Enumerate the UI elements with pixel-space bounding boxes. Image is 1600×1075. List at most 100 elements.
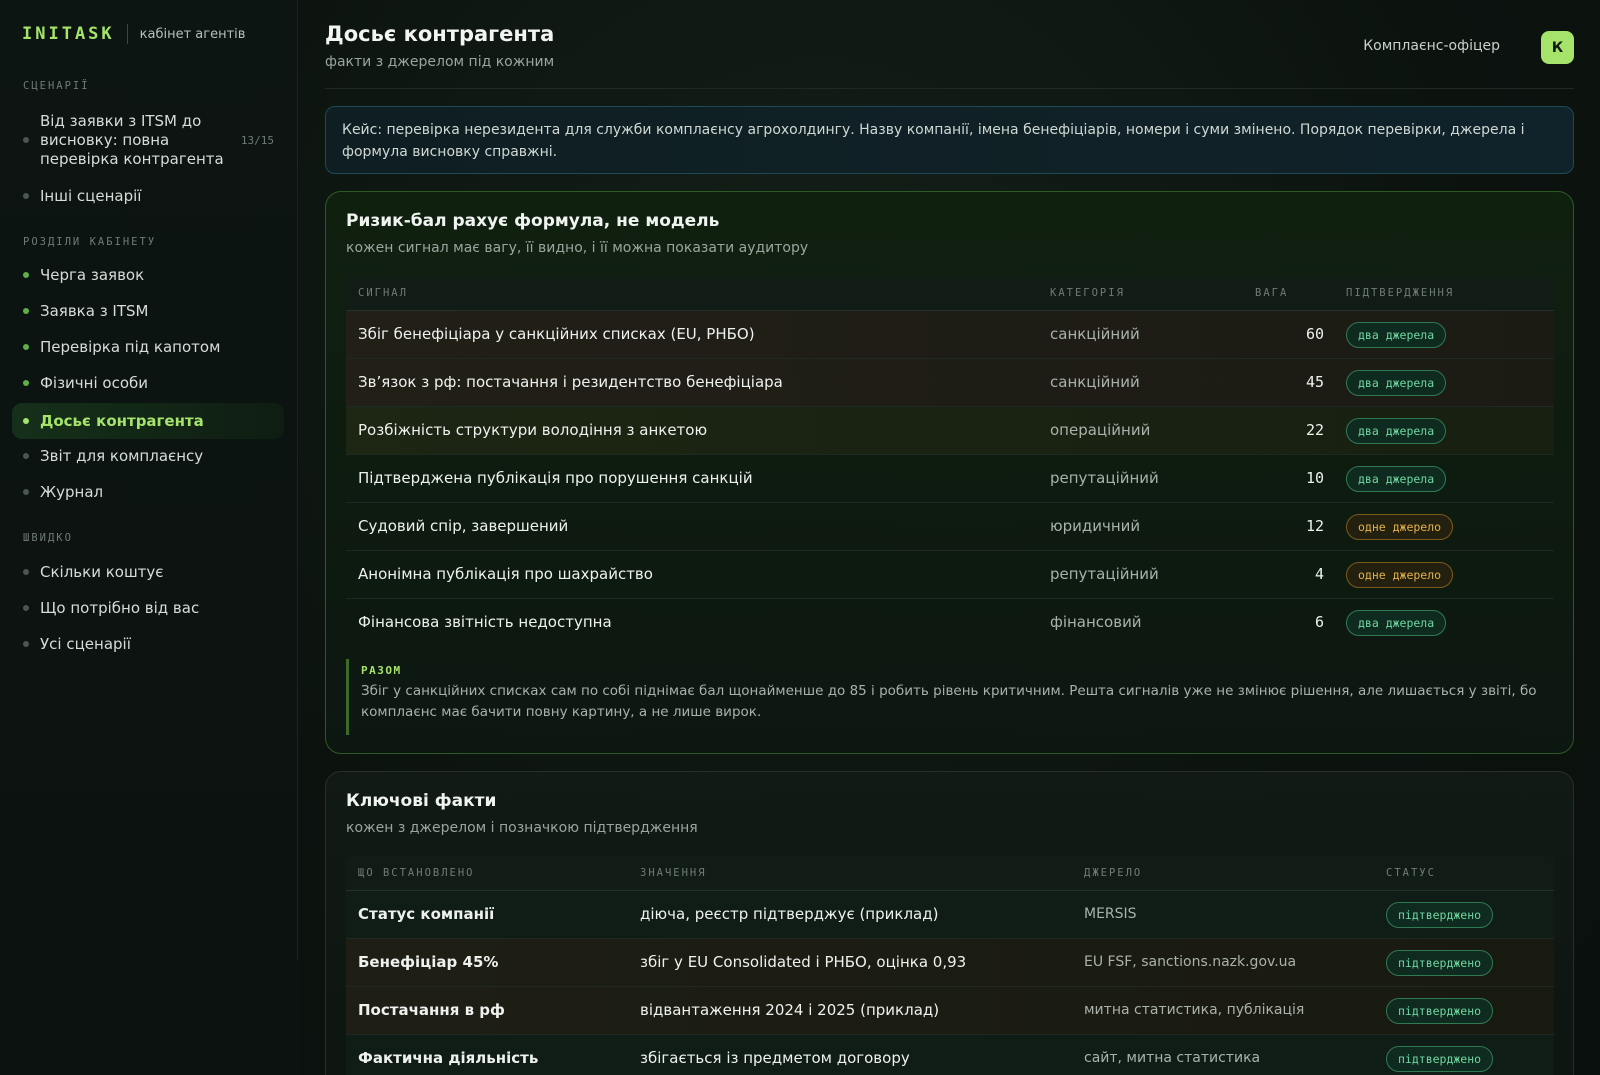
sidebar-item-label: Журнал [40,483,104,501]
brand[interactable]: INITASK кабінет агентів [22,24,245,44]
value-cell: відвантаження 2024 і 2025 (приклад) [640,1001,940,1019]
bullet-icon [23,272,29,278]
sidebar-item-label: Усі сценарії [40,635,131,653]
section-title-quick: ШВИДКО [23,532,73,544]
sidebar-item-itsm-request[interactable]: Заявка з ITSM [12,297,284,325]
sidebar-item-label: Заявка з ITSM [40,302,149,320]
weight-cell: 10 [1305,469,1324,487]
fact-cell: Бенефіціар 45% [358,953,499,971]
table-row[interactable]: Анонімна публікація про шахрайство репут… [346,551,1554,599]
section-title-cabinet: РОЗДІЛИ КАБІНЕТУ [23,236,157,248]
fact-cell: Постачання в рф [358,1001,505,1019]
confirmation-badge: два джерела [1346,466,1447,492]
sidebar-item-counterparty-dossier[interactable]: Досьє контрагента [12,403,284,439]
category-cell: санкційний [1050,325,1140,343]
brand-logo: INITASK [22,24,115,44]
weight-cell: 6 [1314,613,1324,631]
summary-text: Збіг у санкційних списках сам по собі пі… [361,683,1537,720]
signal-cell: Фінансова звітність недоступна [358,613,612,631]
bullet-icon [23,418,29,424]
sidebar-item-other-scenarios[interactable]: Інші сценарії [12,182,284,210]
sidebar-item-label: Скільки коштує [40,563,164,581]
table-row[interactable]: Статус компанії діюча, реєстр підтверджу… [346,891,1554,939]
scenario-progress-count: 13/15 [240,133,274,147]
column-header-status: СТАТУС [1386,867,1436,879]
table-header: ЩО ВСТАНОВЛЕНО ЗНАЧЕННЯ ДЖЕРЕЛО СТАТУС [346,856,1554,891]
column-header-fact: ЩО ВСТАНОВЛЕНО [358,867,475,879]
bullet-icon [23,308,29,314]
brand-divider [126,24,128,44]
sidebar-item-label: Звіт для комплаєнсу [40,447,204,465]
column-header-category: КАТЕГОРІЯ [1050,287,1125,299]
value-cell: збігається із предметом договору [640,1049,910,1067]
page-title: Досьє контрагента [325,22,555,46]
case-note: Кейс: перевірка нерезидента для служби к… [325,106,1574,174]
column-header-source: ДЖЕРЕЛО [1084,867,1143,879]
table-row[interactable]: Фактична діяльність збігається із предме… [346,1035,1554,1075]
bullet-icon [23,569,29,575]
weight-cell: 12 [1305,517,1324,535]
risk-score-card: Ризик-бал рахує формула, не модель кожен… [325,191,1574,754]
weight-cell: 45 [1305,373,1324,391]
sidebar-item-all-scenarios[interactable]: Усі сценарії [12,630,284,658]
sidebar-item-label: Досьє контрагента [40,412,204,430]
confirmation-badge: два джерела [1346,418,1447,444]
source-cell: MERSIS [1084,906,1137,922]
sidebar-item-journal[interactable]: Журнал [12,478,284,506]
signal-cell: Збіг бенефіціара у санкційних списках (E… [358,325,755,343]
column-header-weight: ВАГА [1255,287,1289,299]
confirmation-badge: два джерела [1346,322,1447,348]
section-title-scenarios: СЦЕНАРІЇ [23,80,90,92]
bullet-icon [23,453,29,459]
card-title: Ключові факти [346,791,497,811]
sidebar-item-label: Від заявки з ITSM до висновку: повна пер… [40,111,224,168]
brand-subtitle: кабінет агентів [139,26,246,42]
column-header-value: ЗНАЧЕННЯ [640,867,707,879]
signal-cell: Підтверджена публікація про порушення са… [358,469,753,487]
sidebar-item-label: Черга заявок [40,266,145,284]
category-cell: репутаційний [1050,469,1159,487]
confirmation-badge: одне джерело [1346,562,1454,588]
table-row[interactable]: Збіг бенефіціара у санкційних списках (E… [346,311,1554,359]
bullet-icon [23,489,29,495]
table-row[interactable]: Фінансова звітність недоступна фінансови… [346,599,1554,647]
signal-cell: Судовий спір, завершений [358,517,569,535]
status-badge: підтверджено [1386,998,1494,1024]
signal-cell: Анонімна публікація про шахрайство [358,565,653,583]
sidebar-item-compliance-report[interactable]: Звіт для комплаєнсу [12,442,284,470]
table-row[interactable]: Постачання в рф відвантаження 2024 і 202… [346,987,1554,1035]
sidebar: INITASK кабінет агентів СЦЕНАРІЇ Від зая… [0,0,298,960]
confirmation-badge: одне джерело [1346,514,1454,540]
sidebar-item-label: Інші сценарії [40,187,142,205]
column-header-signal: СИГНАЛ [358,287,408,299]
table-row[interactable]: Бенефіціар 45% збіг у EU Consolidated і … [346,939,1554,987]
table-row[interactable]: Зв’язок з рф: постачання і резидентство … [346,359,1554,407]
category-cell: операційний [1050,421,1151,439]
sidebar-item-under-hood[interactable]: Перевірка під капотом [12,333,284,361]
sidebar-item-requirements[interactable]: Що потрібно від вас [12,594,284,622]
fact-cell: Фактична діяльність [358,1049,539,1067]
risk-summary: РАЗОМ Збіг у санкційних списках сам по с… [346,659,1554,735]
table-row[interactable]: Судовий спір, завершений юридичний 12 од… [346,503,1554,551]
table-row[interactable]: Підтверджена публікація про порушення са… [346,455,1554,503]
bullet-icon [23,193,29,199]
summary-label: РАЗОМ [361,664,402,677]
sidebar-item-queue[interactable]: Черга заявок [12,261,284,289]
weight-cell: 60 [1305,325,1324,343]
table-header: СИГНАЛ КАТЕГОРІЯ ВАГА ПІДТВЕРДЖЕННЯ [346,276,1554,311]
card-title: Ризик-бал рахує формула, не модель [346,211,720,231]
sidebar-item-label: Що потрібно від вас [40,599,200,617]
sidebar-item-scenario-full-check[interactable]: Від заявки з ITSM до висновку: повна пер… [12,110,284,170]
signal-cell: Розбіжність структури володіння з анкето… [358,421,708,439]
confirmation-badge: два джерела [1346,610,1447,636]
sidebar-item-label: Перевірка під капотом [40,338,221,356]
sidebar-item-individuals[interactable]: Фізичні особи [12,369,284,397]
bullet-icon [23,605,29,611]
status-badge: підтверджено [1386,950,1494,976]
category-cell: юридичний [1050,517,1141,535]
status-badge: підтверджено [1386,1046,1494,1072]
sidebar-item-pricing[interactable]: Скільки коштує [12,558,284,586]
avatar[interactable]: К [1541,31,1574,64]
table-row[interactable]: Розбіжність структури володіння з анкето… [346,407,1554,455]
bullet-icon [23,380,29,386]
